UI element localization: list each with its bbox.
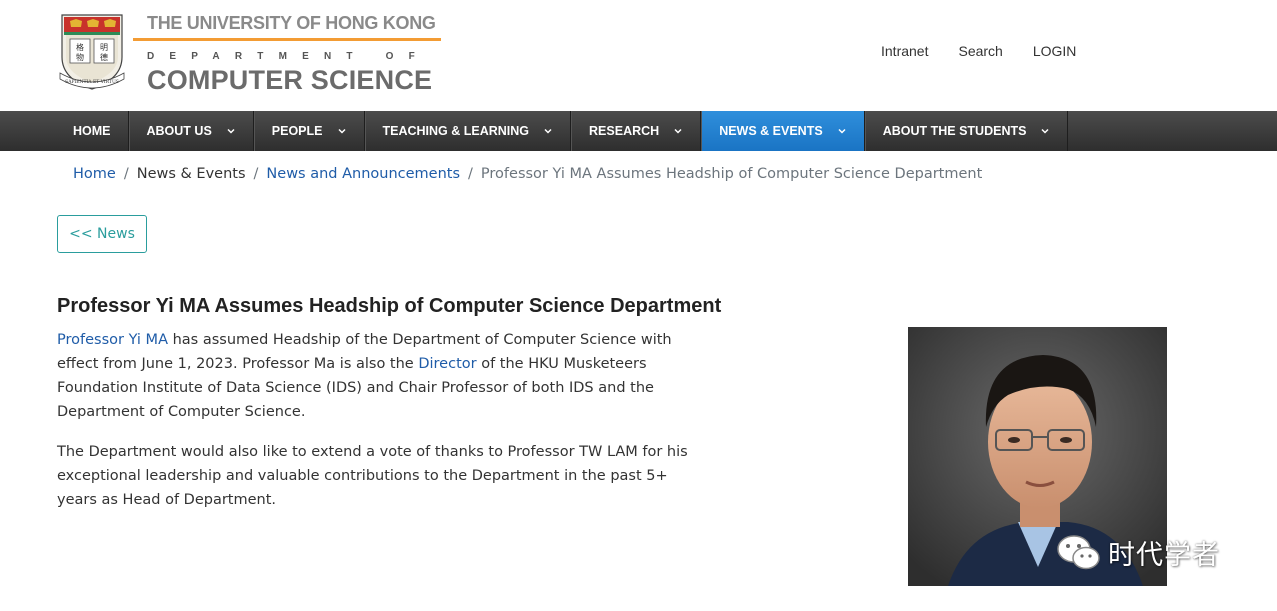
nav-about-us[interactable]: ABOUT US	[128, 111, 254, 151]
chevron-down-icon	[337, 128, 346, 134]
wechat-watermark: 时代学者	[1056, 532, 1220, 572]
watermark-text: 时代学者	[1108, 539, 1220, 571]
nav-about-students-label: ABOUT THE STUDENTS	[882, 124, 1027, 138]
director-link[interactable]: Director	[418, 356, 476, 372]
chevron-down-icon	[544, 128, 552, 134]
breadcrumb-separator: /	[123, 166, 129, 182]
nav-teaching-learning[interactable]: TEACHING & LEARNING	[364, 111, 572, 151]
nav-news-events-label: NEWS & EVENTS	[719, 124, 823, 138]
login-link[interactable]: LOGIN	[1033, 43, 1077, 59]
site-header: 格 物 明 德 SAPIENTIA ET VIRTUS THE UNIVERSI…	[0, 0, 1277, 111]
nav-research[interactable]: RESEARCH	[571, 111, 702, 151]
utility-links: Intranet Search LOGIN	[881, 43, 1076, 59]
intranet-link[interactable]: Intranet	[881, 43, 928, 59]
university-name: THE UNIVERSITY OF HONG KONG	[147, 13, 436, 33]
chevron-down-icon	[1041, 128, 1049, 134]
department-of-label: DEPARTMENT OF	[147, 51, 430, 62]
main-navigation: HOME ABOUT US PEOPLE TEACHING & LEARNING…	[0, 111, 1277, 151]
breadcrumb-separator: /	[468, 166, 473, 182]
breadcrumb: Home / News & Events / News and Announce…	[73, 166, 982, 182]
svg-text:物: 物	[76, 52, 84, 62]
nav-about-us-label: ABOUT US	[146, 124, 212, 138]
nav-home-label: HOME	[73, 124, 111, 138]
wechat-icon	[1057, 535, 1100, 570]
article-paragraph-2: The Department would also like to extend…	[57, 444, 688, 508]
svg-text:格: 格	[76, 42, 84, 52]
nav-news-events[interactable]: NEWS & EVENTS	[701, 111, 865, 151]
svg-text:SAPIENTIA ET VIRTUS: SAPIENTIA ET VIRTUS	[65, 79, 119, 85]
breadcrumb-news-events: News & Events	[136, 166, 246, 182]
nav-home[interactable]: HOME	[56, 111, 129, 151]
back-to-news-button[interactable]: << News	[57, 215, 147, 253]
hku-crest-logo[interactable]: 格 物 明 德 SAPIENTIA ET VIRTUS	[58, 13, 126, 91]
nav-people-label: PEOPLE	[271, 124, 323, 138]
breadcrumb-separator: /	[253, 166, 259, 182]
nav-research-label: RESEARCH	[589, 124, 660, 138]
department-wordmark[interactable]: THE UNIVERSITY OF HONG KONG DEPARTMENT O…	[133, 10, 443, 100]
svg-text:德: 德	[100, 52, 108, 62]
accent-divider	[133, 38, 441, 41]
search-link[interactable]: Search	[958, 43, 1002, 59]
nav-teaching-learning-label: TEACHING & LEARNING	[382, 124, 530, 138]
breadcrumb-home[interactable]: Home	[73, 166, 116, 182]
article-paragraph-1: Professor Yi MA has assumed Headship of …	[57, 328, 697, 424]
professor-yi-ma-link[interactable]: Professor Yi MA	[57, 332, 168, 348]
department-name: COMPUTER SCIENCE	[147, 65, 433, 95]
chevron-down-icon	[838, 128, 846, 134]
article-title: Professor Yi MA Assumes Headship of Comp…	[57, 295, 722, 317]
nav-about-students[interactable]: ABOUT THE STUDENTS	[864, 111, 1069, 151]
chevron-down-icon	[227, 128, 235, 134]
chevron-down-icon	[674, 128, 682, 134]
svg-text:明: 明	[100, 43, 108, 52]
breadcrumb-current: Professor Yi MA Assumes Headship of Comp…	[480, 166, 983, 182]
breadcrumb-news-announcements[interactable]: News and Announcements	[266, 166, 460, 182]
nav-people[interactable]: PEOPLE	[253, 111, 365, 151]
